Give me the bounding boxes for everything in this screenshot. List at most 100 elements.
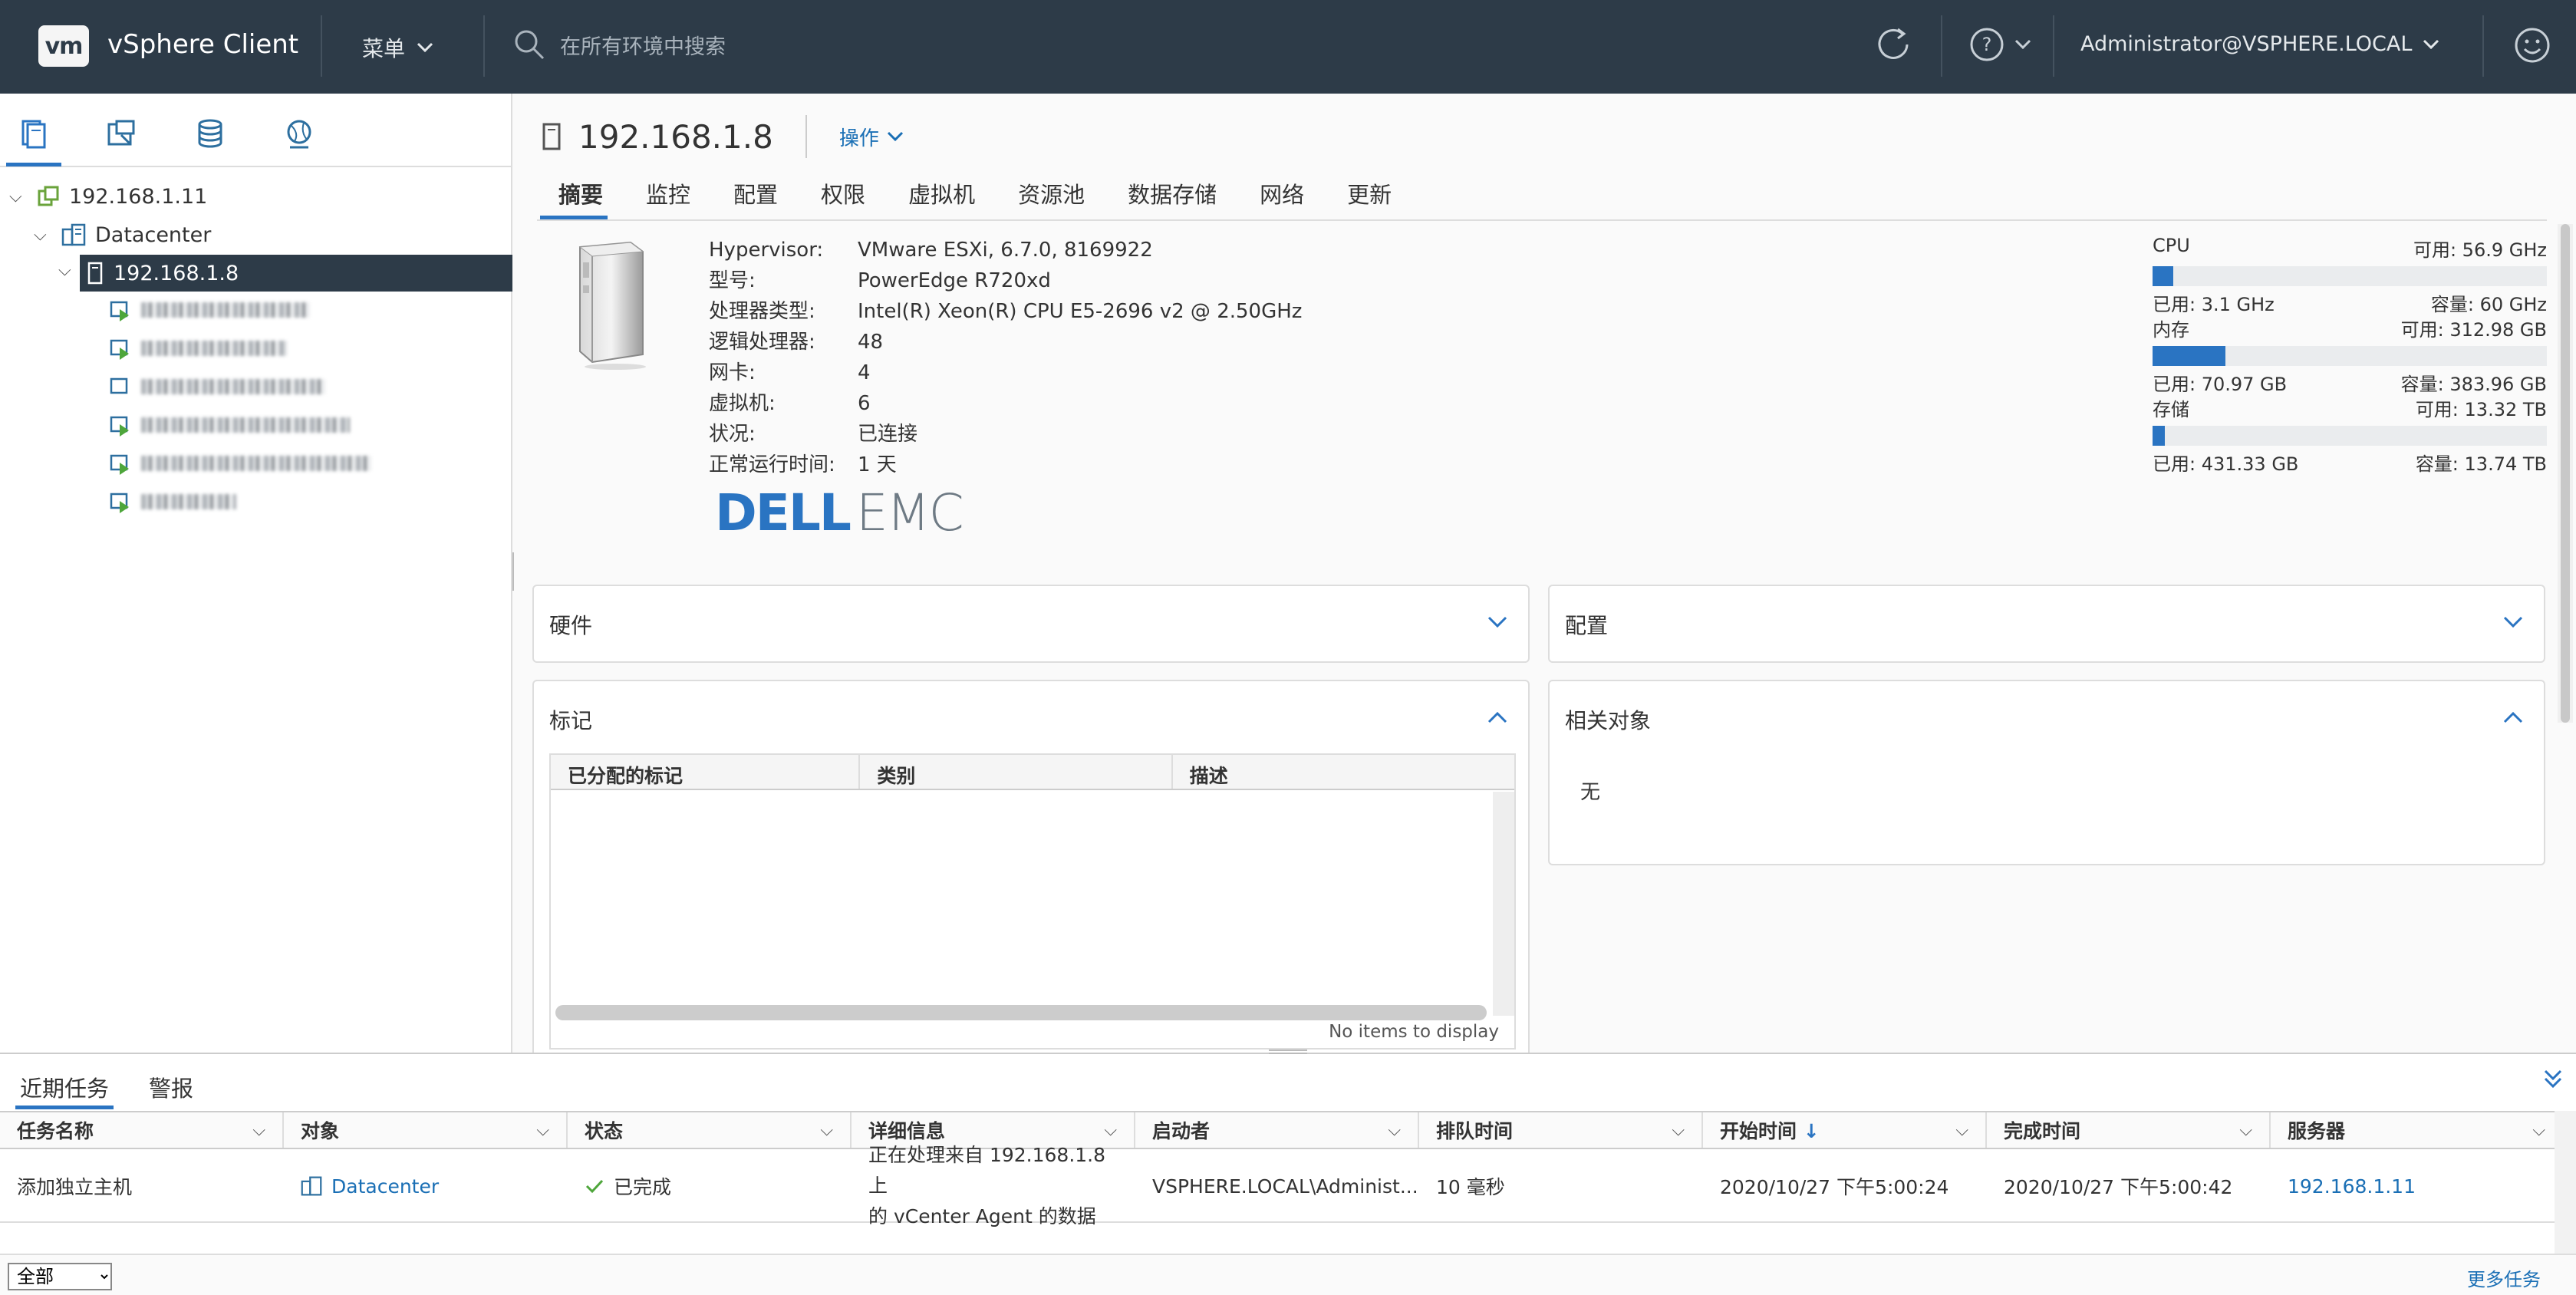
header-divider [2053,15,2054,77]
tree-label: Datacenter [95,222,212,247]
more-tasks-link[interactable]: 更多任务 [2467,1264,2541,1291]
refresh-button[interactable] [1872,23,1915,71]
tab-configure[interactable]: 配置 [712,176,799,219]
column-header[interactable]: 已分配的标记 [551,755,861,789]
global-search[interactable]: 在所有环境中搜索 [512,28,726,61]
help-menu[interactable]: ? [1968,26,2031,63]
tasks-table-header: 任务名称 ⌵ 对象 ⌵ 状态 ⌵ 详细信息 ⌵ 启动者 ⌵ 排队时间 ⌵ 开始时间 ↓ ⌵ 完… [0,1111,2562,1149]
tab-summary[interactable]: 摘要 [537,176,624,219]
refresh-icon [1878,28,1909,59]
chevron-down-icon[interactable]: ⌵ [536,1121,549,1140]
tab-updates[interactable]: 更新 [1326,176,1413,219]
column-header[interactable]: 状态 ⌵ [568,1112,852,1148]
feedback-button[interactable] [2513,26,2551,70]
tab-resource-pools[interactable]: 资源池 [996,176,1106,219]
chevron-down-icon[interactable]: ⌵ [58,261,71,280]
tree-item-vcenter[interactable]: ⌵ 192.168.1.11 [9,178,207,215]
chevron-down-icon[interactable]: ⌵ [252,1121,265,1140]
top-header: vm vSphere Client 菜单 在所有环境中搜索 ? Administ… [0,0,2576,94]
tree-item-vm[interactable] [109,445,371,482]
chevron-down-icon[interactable]: ⌵ [1672,1121,1685,1140]
column-header[interactable]: 任务名称 ⌵ [0,1112,284,1148]
table-footer: No items to display [1329,1022,1499,1042]
cpu-capacity: 容量: 60 GHz [2430,294,2547,315]
info-value: 4 [858,361,871,384]
column-header[interactable]: 开始时间 ↓ ⌵ [1703,1112,1987,1148]
chevron-up-icon[interactable] [2502,704,2524,730]
hardware-card[interactable]: 硬件 [532,585,1530,663]
configuration-card[interactable]: 配置 [1548,585,2545,663]
collapse-panel-icon[interactable] [2542,1068,2564,1096]
column-header[interactable]: 服务器 ⌵ [2271,1112,2562,1148]
info-key: 处理器类型: [709,300,815,323]
task-server-link[interactable]: 192.168.1.11 [2271,1151,2562,1221]
user-menu[interactable]: Administrator@VSPHERE.LOCAL [2080,32,2439,56]
table-row[interactable]: 添加独立主机 Datacenter 已完成 正在处理来自 192.168.1.8… [0,1144,2562,1227]
chevron-down-icon[interactable]: ⌵ [1104,1121,1117,1140]
horizontal-scrollbar[interactable] [555,1005,1487,1020]
chevron-down-icon[interactable]: ⌵ [34,226,52,245]
chevron-down-icon[interactable]: ⌵ [820,1121,833,1140]
tree-item-vm[interactable] [109,330,287,367]
search-input[interactable]: 在所有环境中搜索 [560,30,726,60]
column-header[interactable]: 排队时间 ⌵ [1419,1112,1703,1148]
chevron-down-icon[interactable] [1487,609,1508,634]
vertical-scrollbar[interactable] [1493,792,1514,1016]
tasks-scrollbar[interactable] [2555,1111,2576,1254]
tree-item-host-selected[interactable]: 192.168.1.8 [80,255,512,292]
hosts-clusters-tab[interactable] [6,115,61,166]
networking-tab[interactable] [281,115,318,152]
column-header[interactable]: 完成时间 ⌵ [1987,1112,2271,1148]
chevron-down-icon[interactable]: ⌵ [2239,1121,2252,1140]
chevron-down-icon[interactable]: ⌵ [1955,1121,1968,1140]
tree-item-datacenter[interactable]: ⌵ Datacenter [34,216,211,253]
storage-capacity: 容量: 13.74 TB [2415,453,2547,475]
scrollbar-thumb[interactable] [2561,224,2570,723]
chevron-up-icon[interactable] [1487,704,1508,730]
object-link[interactable]: Datacenter [331,1175,439,1198]
tab-networks[interactable]: 网络 [1238,176,1326,219]
memory-capacity: 容量: 383.96 GB [2400,374,2547,395]
chevron-down-icon[interactable]: ⌵ [1388,1121,1401,1140]
task-queued-time: 10 毫秒 [1436,1176,1505,1198]
check-icon [585,1179,604,1194]
tab-vms[interactable]: 虚拟机 [887,176,996,219]
memory-used: 已用: 70.97 GB [2153,374,2288,395]
menu-button[interactable]: 菜单 [362,32,434,63]
tab-permissions[interactable]: 权限 [799,176,887,219]
panel-resize-handle[interactable] [1269,1050,1307,1054]
task-tabs: 近期任务 警报 [0,1054,213,1111]
tree-item-vm[interactable] [109,368,325,405]
storage-label: 存储 [2153,399,2189,420]
chevron-down-icon[interactable] [2502,609,2524,634]
vm-icon [109,452,132,475]
task-initiator: VSPHERE.LOCAL\Administ... [1152,1175,1418,1198]
dell-emc-logo: DELL EMC [715,483,964,542]
column-header[interactable]: 对象 ⌵ [284,1112,568,1148]
info-key: Hypervisor: [709,239,824,262]
task-object[interactable]: Datacenter [284,1151,568,1221]
task-filter-select[interactable]: 全部 [8,1263,112,1290]
object-header: 192.168.1.8 操作 [542,115,904,158]
tree-item-vm[interactable] [109,483,236,520]
column-header[interactable]: 描述 [1173,755,1514,789]
header-divider [483,15,485,77]
column-header[interactable]: 类别 [860,755,1173,789]
memory-bar [2153,346,2547,366]
chevron-down-icon[interactable]: ⌵ [2532,1121,2545,1140]
info-value: PowerEdge R720xd [858,269,1051,292]
chevron-down-icon[interactable]: ⌵ [9,187,28,206]
actions-menu[interactable]: 操作 [839,123,904,151]
tree-item-vm[interactable] [109,407,350,443]
tab-monitor[interactable]: 监控 [624,176,712,219]
tree-item-vm[interactable] [109,292,310,328]
tab-recent-tasks[interactable]: 近期任务 [0,1054,129,1111]
tab-alarms[interactable]: 警报 [129,1054,213,1111]
tab-datastores[interactable]: 数据存储 [1106,176,1238,219]
content-scrollbar[interactable] [2558,224,2573,723]
navigator-panel: ⌵ 192.168.1.11 ⌵ Datacenter 192.168.1.8 … [0,94,512,1053]
column-header[interactable]: 启动者 ⌵ [1135,1112,1419,1148]
storage-tab[interactable] [192,115,229,152]
vms-templates-tab[interactable] [103,115,140,152]
info-key: 状况: [709,423,756,446]
